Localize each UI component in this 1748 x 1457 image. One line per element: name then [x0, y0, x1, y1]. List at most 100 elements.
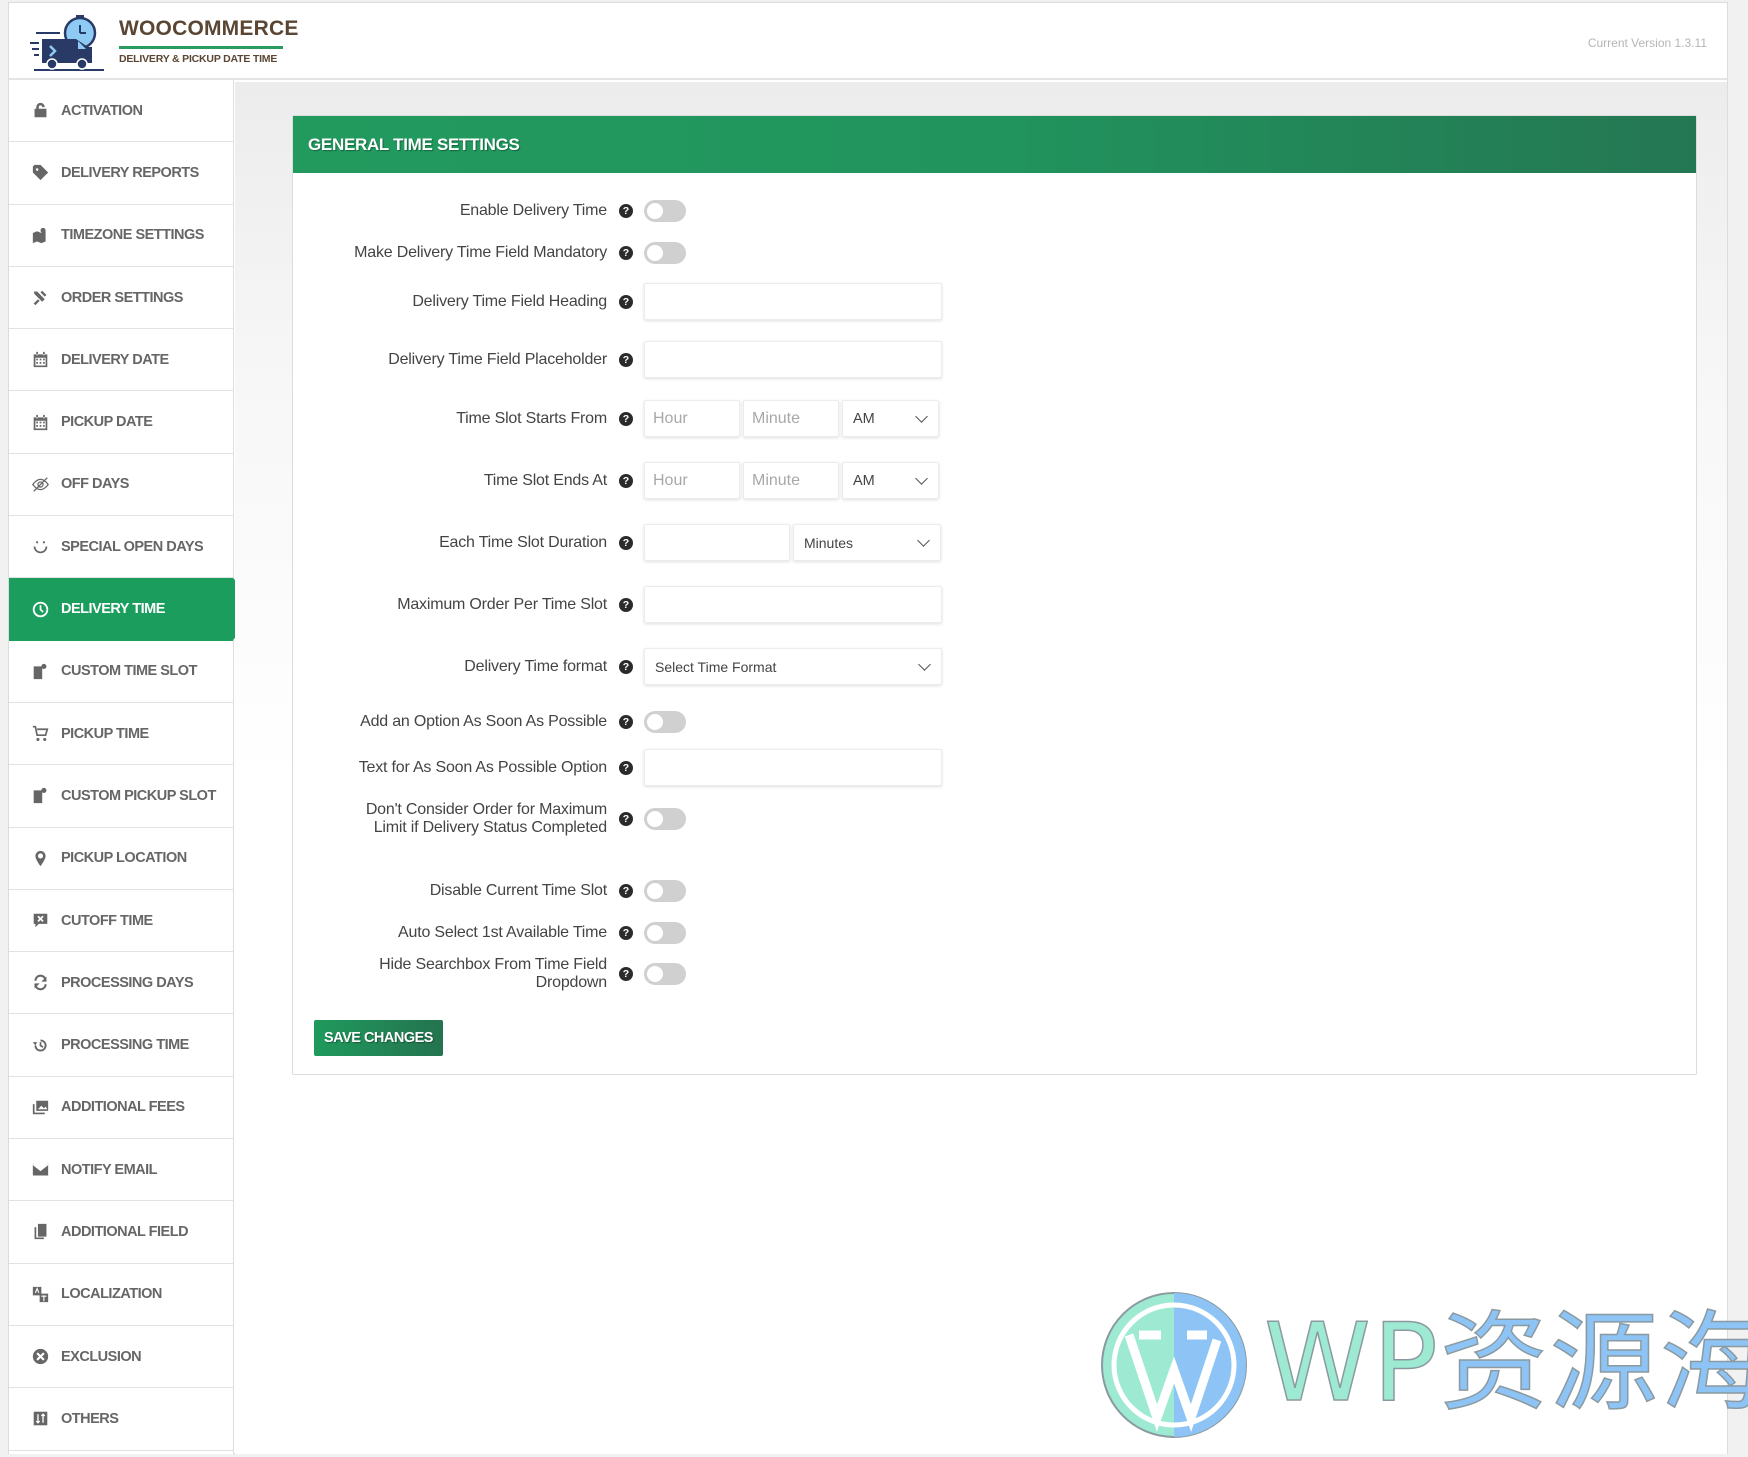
- main-content: GENERAL TIME SETTINGS Enable Delivery Ti…: [235, 82, 1727, 1454]
- slot-end-ampm-value: AM: [853, 472, 875, 489]
- help-icon[interactable]: ?: [619, 967, 633, 981]
- help-icon[interactable]: ?: [619, 352, 633, 367]
- sidebar-item-cutoff-time[interactable]: CUTOFF TIME: [9, 890, 233, 953]
- sidebar-item-label: DELIVERY DATE: [61, 351, 169, 368]
- sidebar-item-pickup-location[interactable]: PICKUP LOCATION: [9, 828, 233, 890]
- sidebar-item-custom-pickup-slot[interactable]: CUSTOM PICKUP SLOT: [9, 765, 233, 828]
- tools-icon: [30, 288, 50, 308]
- slot-start-hour-input[interactable]: [644, 400, 740, 437]
- images-icon: [30, 1097, 50, 1117]
- version-label: Current Version 1.3.11: [1587, 36, 1707, 50]
- help-icon[interactable]: ?: [619, 715, 633, 729]
- clock-icon: [30, 599, 50, 619]
- label-hide-searchbox: Hide Searchbox From Time Field Dropdown: [293, 956, 607, 992]
- max-order-input[interactable]: [644, 586, 942, 623]
- row-slot-start: Time Slot Starts From ? AM: [293, 400, 1696, 437]
- sidebar-item-localization[interactable]: LOCALIZATION: [9, 1264, 233, 1326]
- help-icon[interactable]: ?: [619, 246, 633, 260]
- label-line: Dropdown: [535, 974, 608, 991]
- translate-icon: [30, 1284, 50, 1304]
- slot-duration-unit-select[interactable]: Minutes: [793, 524, 941, 561]
- chevron-down-icon: [918, 657, 931, 671]
- slot-end-hour-input[interactable]: [644, 462, 740, 499]
- label-disable-current: Disable Current Time Slot: [429, 882, 607, 899]
- sidebar-item-others[interactable]: OTHERS: [9, 1388, 233, 1451]
- help-icon[interactable]: ?: [619, 659, 633, 674]
- times-circle-icon: [30, 1347, 50, 1367]
- help-icon[interactable]: ?: [619, 926, 633, 940]
- field-placeholder-input[interactable]: [644, 341, 942, 378]
- sidebar-item-label: ACTIVATION: [61, 102, 143, 119]
- slot-start-ampm-select[interactable]: AM: [842, 400, 939, 437]
- label-mandatory: Make Delivery Time Field Mandatory: [354, 244, 607, 261]
- sidebar-item-timezone-settings[interactable]: TIMEZONE SETTINGS: [9, 205, 233, 267]
- sidebar-item-label: DELIVERY REPORTS: [61, 164, 199, 181]
- slot-duration-input[interactable]: [644, 524, 790, 561]
- row-field-heading: Delivery Time Field Heading ?: [293, 283, 1696, 320]
- sort-box-icon: [30, 1409, 50, 1429]
- sidebar-item-label: NOTIFY EMAIL: [61, 1161, 158, 1178]
- help-icon[interactable]: ?: [619, 812, 633, 826]
- sidebar-item-off-days[interactable]: OFF DAYS: [9, 454, 233, 517]
- chevron-down-icon: [915, 409, 928, 423]
- slot-start-minute-input[interactable]: [743, 400, 839, 437]
- map-pin-icon: [30, 225, 50, 245]
- sidebar-item-pickup-date[interactable]: PICKUP DATE: [9, 391, 233, 454]
- sidebar-item-delivery-reports[interactable]: DELIVERY REPORTS: [9, 142, 233, 205]
- help-icon[interactable]: ?: [619, 535, 633, 550]
- toggle-auto-select[interactable]: [644, 922, 686, 944]
- sidebar-item-additional-field[interactable]: ADDITIONAL FIELD: [9, 1201, 233, 1264]
- sidebar-item-pickup-time[interactable]: PICKUP TIME: [9, 703, 233, 766]
- toggle-enable-delivery-time[interactable]: [644, 200, 686, 222]
- label-asap-text: Text for As Soon As Possible Option: [358, 758, 607, 776]
- slot-end-minute-input[interactable]: [743, 462, 839, 499]
- row-dont-consider: Don't Consider Order for Maximum Limit if…: [293, 801, 1696, 837]
- help-icon[interactable]: ?: [619, 760, 633, 775]
- toggle-asap-option[interactable]: [644, 711, 686, 733]
- toggle-dont-consider[interactable]: [644, 808, 686, 830]
- slot-end-ampm-select[interactable]: AM: [842, 462, 939, 499]
- field-heading-input[interactable]: [644, 283, 942, 320]
- sidebar-item-notify-email[interactable]: NOTIFY EMAIL: [9, 1139, 233, 1202]
- sidebar-item-custom-time-slot[interactable]: CUSTOM TIME SLOT: [9, 641, 233, 703]
- label-line: Don't Consider Order for Maximum: [365, 801, 607, 818]
- general-time-settings-card: GENERAL TIME SETTINGS Enable Delivery Ti…: [292, 115, 1697, 1075]
- help-icon[interactable]: ?: [619, 473, 633, 488]
- time-format-select[interactable]: Select Time Format: [644, 648, 942, 685]
- chevron-down-icon: [917, 533, 930, 547]
- help-icon[interactable]: ?: [619, 597, 633, 612]
- sidebar-item-processing-time[interactable]: PROCESSING TIME: [9, 1014, 233, 1077]
- sidebar-item-processing-days[interactable]: PROCESSING DAYS: [9, 952, 233, 1015]
- help-icon[interactable]: ?: [619, 294, 633, 309]
- sidebar-item-special-open-days[interactable]: SPECIAL OPEN DAYS: [9, 516, 233, 579]
- sidebar-item-label: PICKUP TIME: [61, 725, 149, 742]
- sidebar-item-label: PROCESSING DAYS: [61, 974, 194, 991]
- history-icon: [30, 1035, 50, 1055]
- sidebar-item-label: PICKUP DATE: [61, 414, 153, 431]
- toggle-disable-current[interactable]: [644, 880, 686, 902]
- eye-slash-icon: [30, 474, 50, 494]
- help-icon[interactable]: ?: [619, 204, 633, 218]
- tag-icon: [30, 163, 50, 183]
- sidebar-item-delivery-date[interactable]: DELIVERY DATE: [9, 329, 233, 392]
- brand-title: WOOCOMMERCE: [119, 17, 299, 40]
- sidebar-item-label: LOCALIZATION: [61, 1286, 162, 1303]
- chevron-down-icon: [915, 471, 928, 485]
- toggle-mandatory[interactable]: [644, 242, 686, 264]
- sidebar-item-exclusion[interactable]: EXCLUSION: [9, 1326, 233, 1389]
- help-icon[interactable]: ?: [619, 411, 633, 426]
- label-dont-consider: Don't Consider Order for Maximum Limit if…: [293, 801, 607, 837]
- asap-text-input[interactable]: [644, 749, 942, 786]
- sidebar-item-delivery-time[interactable]: DELIVERY TIME: [9, 578, 263, 641]
- save-changes-button[interactable]: SAVE CHANGES: [314, 1020, 443, 1056]
- toggle-hide-searchbox[interactable]: [644, 963, 686, 985]
- label-line: Limit if Delivery Status Completed: [373, 819, 607, 836]
- sidebar-item-additional-fees[interactable]: ADDITIONAL FEES: [9, 1077, 233, 1140]
- card-header: GENERAL TIME SETTINGS: [293, 116, 1696, 173]
- label-slot-start: Time Slot Starts From: [456, 409, 607, 427]
- sidebar-item-order-settings[interactable]: ORDER SETTINGS: [9, 267, 233, 330]
- sidebar-item-activation[interactable]: ACTIVATION: [9, 80, 233, 143]
- help-icon[interactable]: ?: [619, 884, 633, 898]
- sidebar-item-label: PICKUP LOCATION: [61, 850, 187, 867]
- brand-subtitle: DELIVERY & PICKUP DATE TIME: [119, 53, 278, 65]
